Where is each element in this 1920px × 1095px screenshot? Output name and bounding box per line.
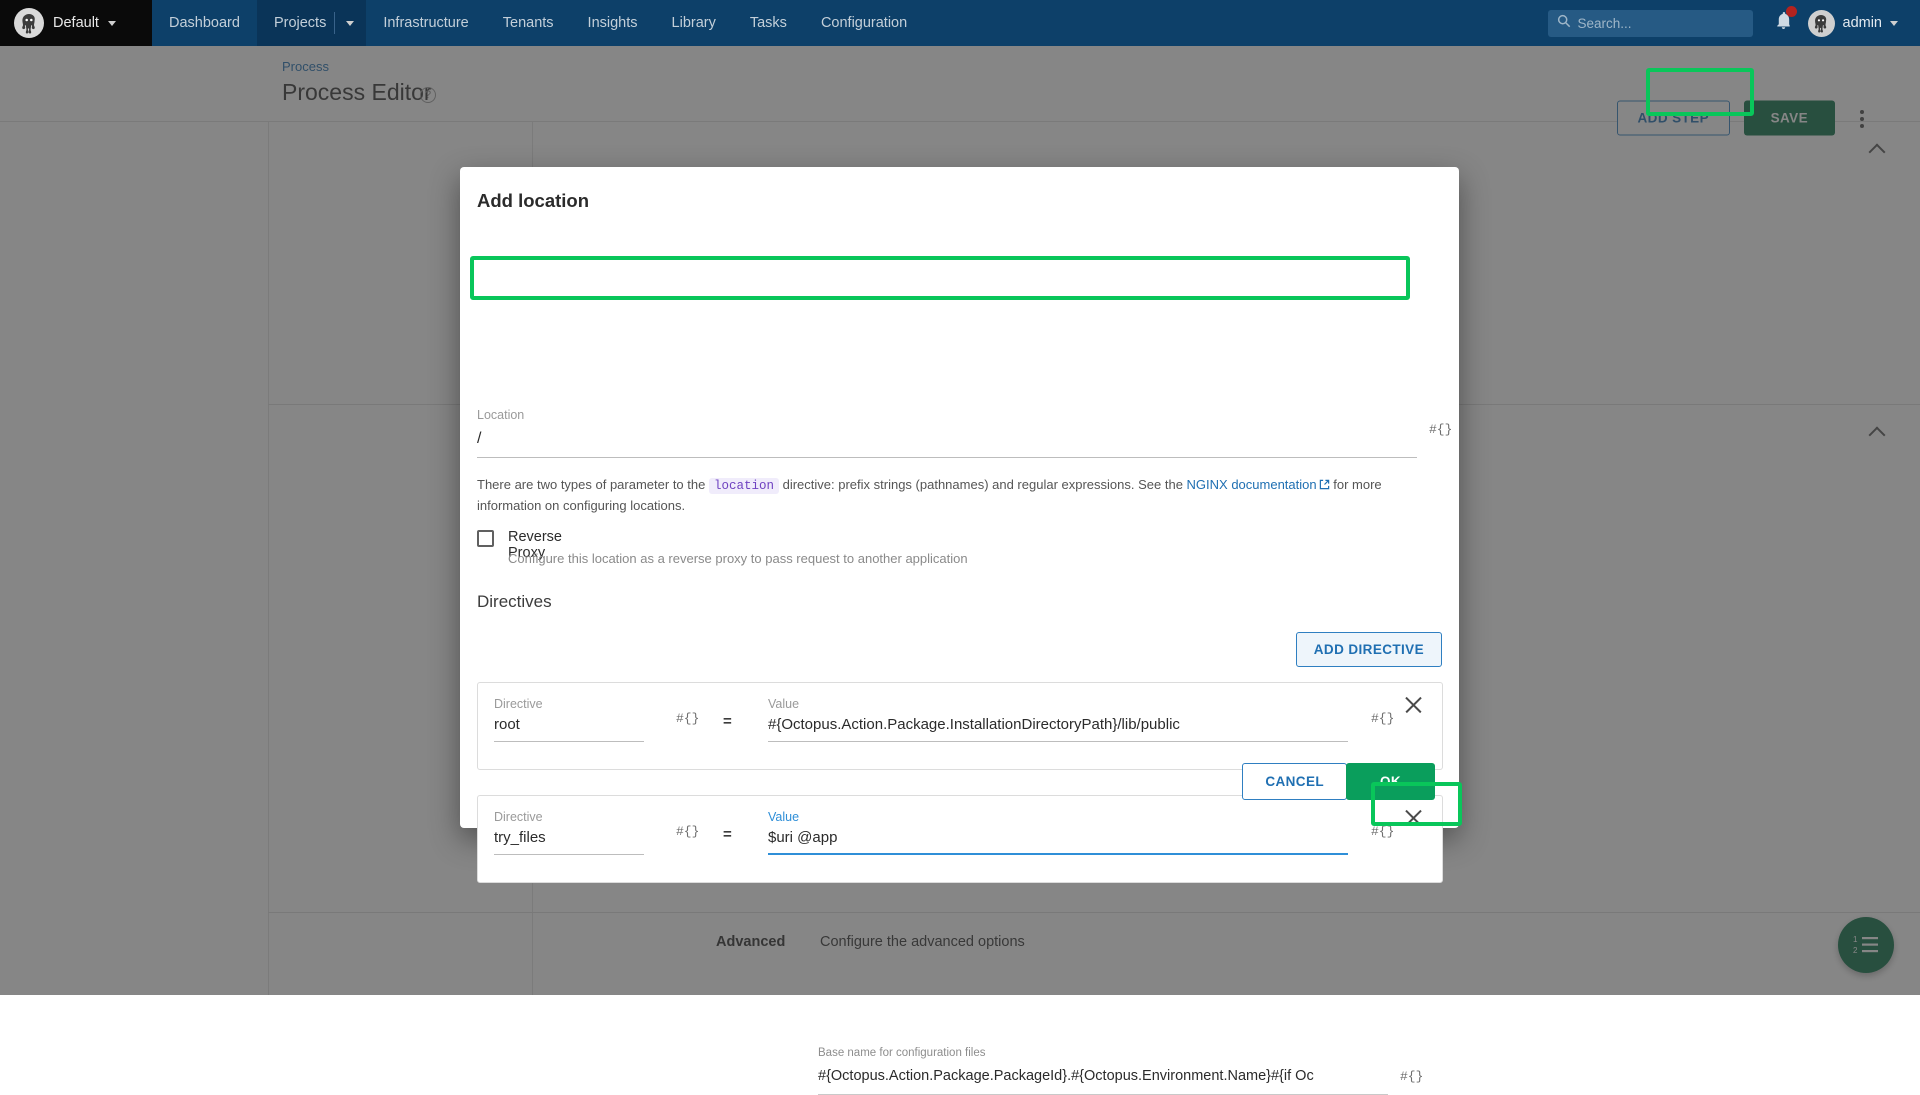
variable-insert-icon[interactable]: #{} (1400, 1069, 1423, 1084)
user-menu[interactable]: admin (1808, 10, 1905, 37)
directive-value-input[interactable] (768, 829, 1348, 852)
directive-name-input[interactable] (494, 829, 644, 852)
directive-row: Directive #{} = Value #{} (477, 795, 1443, 883)
nav-label: Configuration (821, 15, 907, 31)
directive-value-underline (768, 853, 1348, 855)
ok-button[interactable]: OK (1346, 763, 1435, 800)
primary-nav-items: Dashboard Projects Infrastructure Tenant… (152, 0, 924, 46)
directive-name-underline (494, 741, 644, 742)
directive-value-label: Value (768, 697, 799, 711)
nav-item-insights[interactable]: Insights (571, 0, 655, 46)
directive-name-variable-icon[interactable]: #{} (676, 711, 699, 726)
remove-directive-button[interactable] (1403, 694, 1424, 715)
nav-item-tenants[interactable]: Tenants (486, 0, 571, 46)
octopus-logo-icon (14, 8, 44, 38)
nav-label: Dashboard (169, 15, 240, 31)
notifications-button[interactable] (1753, 11, 1808, 35)
nginx-documentation-link[interactable]: NGINX documentation (1187, 477, 1317, 492)
reverse-proxy-checkbox[interactable] (477, 530, 494, 547)
directive-name-label: Directive (494, 810, 543, 824)
directive-name-underline (494, 854, 644, 855)
chevron-down-icon (346, 21, 354, 26)
avatar (1808, 10, 1835, 37)
directive-value-variable-icon[interactable]: #{} (1371, 824, 1394, 839)
remove-directive-button[interactable] (1403, 807, 1424, 828)
search-icon (1557, 14, 1571, 33)
directive-row: Directive #{} = Value #{} (477, 682, 1443, 770)
nav-label: Insights (588, 15, 638, 31)
nav-label: Projects (274, 15, 326, 31)
directive-name-input[interactable] (494, 716, 644, 739)
directive-name-variable-icon[interactable]: #{} (676, 824, 699, 839)
directives-section-title: Directives (477, 592, 552, 612)
top-navigation-bar: Default Dashboard Projects Infrastructur… (0, 0, 1920, 46)
add-location-dialog: Add location Location #{} There are two … (460, 167, 1459, 828)
nav-right-group: Search... admin (1548, 0, 1920, 46)
search-input[interactable]: Search... (1548, 10, 1753, 37)
notification-badge (1786, 6, 1797, 17)
help-code-chip: location (709, 478, 779, 494)
directive-value-input[interactable] (768, 716, 1348, 739)
directive-value-variable-icon[interactable]: #{} (1371, 711, 1394, 726)
search-placeholder: Search... (1578, 16, 1632, 31)
directive-name-label: Directive (494, 697, 543, 711)
location-help-text: There are two types of parameter to the … (477, 475, 1425, 516)
nav-divider (334, 12, 335, 34)
nav-label: Tasks (750, 15, 787, 31)
cancel-button[interactable]: CANCEL (1242, 763, 1347, 800)
nav-item-configuration[interactable]: Configuration (804, 0, 924, 46)
location-variable-insert-icon[interactable]: #{} (1429, 422, 1452, 437)
user-name-label: admin (1843, 15, 1883, 31)
nav-item-infrastructure[interactable]: Infrastructure (366, 0, 485, 46)
equals-sign: = (723, 826, 732, 843)
nav-label: Infrastructure (383, 15, 468, 31)
nav-item-library[interactable]: Library (655, 0, 733, 46)
reverse-proxy-description: Configure this location as a reverse pro… (508, 551, 968, 566)
dialog-title: Add location (477, 190, 589, 212)
location-field-label: Location (477, 408, 524, 422)
external-link-icon (1319, 476, 1330, 487)
chevron-down-icon (108, 21, 116, 26)
nav-item-dashboard[interactable]: Dashboard (152, 0, 257, 46)
directive-value-label: Value (768, 810, 799, 824)
nav-projects-dropdown-button[interactable] (334, 0, 366, 46)
nav-label: Tenants (503, 15, 554, 31)
location-input[interactable] (477, 425, 1417, 458)
link-label: NGINX documentation (1187, 477, 1317, 492)
base-name-field-value[interactable]: #{Octopus.Action.Package.PackageId}.#{Oc… (818, 1068, 1388, 1084)
space-name-label: Default (53, 15, 99, 31)
space-selector[interactable]: Default (0, 0, 152, 46)
directive-value-underline (768, 741, 1348, 742)
chevron-down-icon (1890, 21, 1898, 26)
nav-item-tasks[interactable]: Tasks (733, 0, 804, 46)
add-directive-button[interactable]: ADD DIRECTIVE (1296, 632, 1442, 667)
help-text-before: There are two types of parameter to the (477, 477, 705, 492)
equals-sign: = (723, 713, 732, 730)
nav-item-projects[interactable]: Projects (257, 0, 334, 46)
base-name-field-label: Base name for configuration files (818, 1047, 985, 1059)
help-text-middle: directive: prefix strings (pathnames) an… (783, 477, 1183, 492)
nav-label: Library (672, 15, 716, 31)
